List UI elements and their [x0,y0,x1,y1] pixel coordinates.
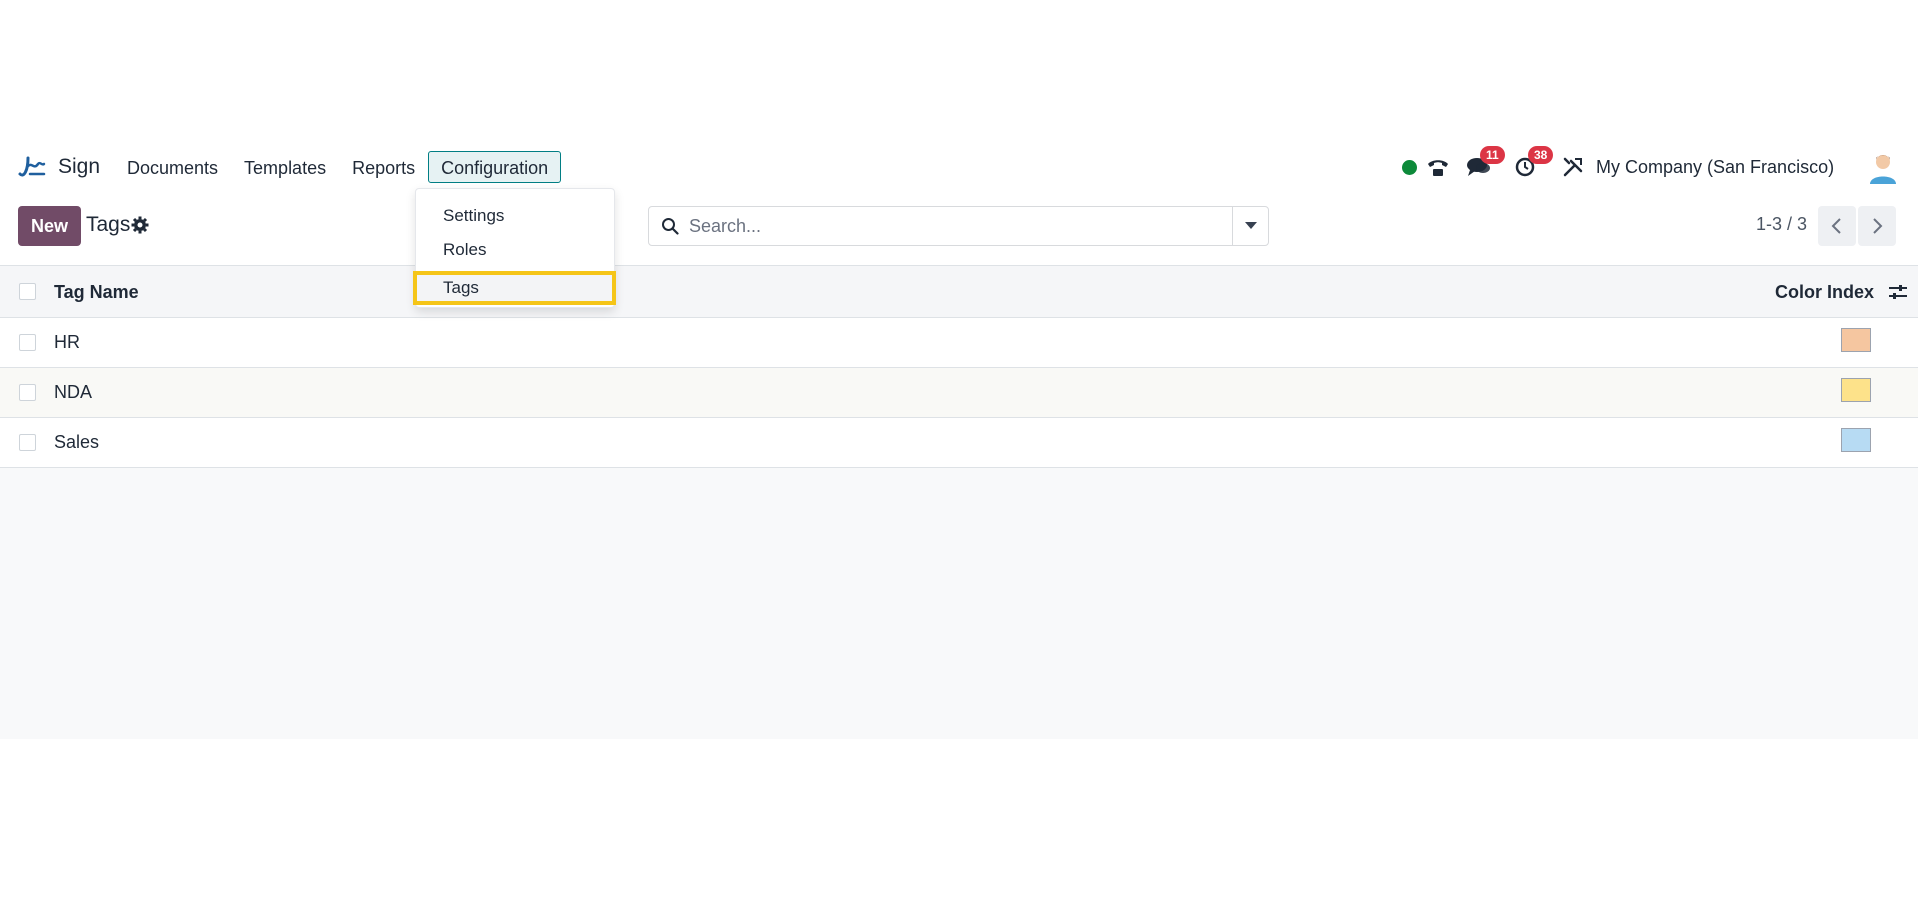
dropdown-item-tags-label: Tags [443,278,479,297]
phone-button[interactable] [1426,152,1450,182]
phone-icon [1428,160,1448,176]
column-header-color-index[interactable]: Color Index [1775,282,1874,303]
menu-reports[interactable]: Reports [339,151,428,183]
column-header-tag-name[interactable]: Tag Name [54,282,139,303]
user-menu[interactable] [1866,152,1900,184]
app-brand[interactable]: Sign [16,151,100,183]
list-header: Tag Name Color Index [0,266,1918,318]
app-name: Sign [58,155,101,178]
page-title: Tags [86,213,131,236]
app-window: Sign Documents Templates Reports Configu… [0,0,1918,908]
row-checkbox[interactable] [19,434,36,451]
dropdown-item-roles[interactable]: Roles [443,240,486,260]
activities-button[interactable]: 38 [1514,146,1554,182]
color-swatch [1841,428,1871,452]
tag-name-cell: HR [54,332,80,352]
new-button[interactable]: New [18,206,81,246]
menu-configuration[interactable]: Configuration [428,151,562,183]
row-checkbox[interactable] [19,334,36,351]
search-input[interactable] [689,213,1209,239]
tools-icon [1563,157,1583,177]
row-checkbox[interactable] [19,384,36,401]
presence-indicator[interactable] [1402,152,1417,182]
search-options-toggle[interactable] [1232,207,1268,245]
pager-value[interactable]: 1-3 / 3 [1756,214,1807,235]
optional-columns-icon[interactable] [1888,283,1908,301]
messages-button[interactable]: 11 [1466,146,1505,182]
company-switcher[interactable]: My Company (San Francisco) [1596,152,1834,182]
table-row[interactable]: NDA [0,368,1918,418]
sign-logo-icon [18,156,46,177]
caret-down-icon [1245,222,1257,229]
select-all-checkbox[interactable] [19,283,36,300]
menu-templates[interactable]: Templates [231,151,339,183]
table-row[interactable]: HR [0,318,1918,368]
systray: 11 38 My Company (San Francisco) [1358,146,1918,186]
menu-documents[interactable]: Documents [114,151,231,183]
top-navbar: Sign Documents Templates Reports Configu… [0,146,1918,186]
main-menu: Documents Templates Reports Configuratio… [114,151,562,183]
tags-list: Tag Name Color Index HR NDA Sales [0,265,1918,739]
tag-name-cell: NDA [54,382,93,402]
presence-icon [1402,159,1417,175]
avatar [1870,155,1896,184]
tag-name-cell: Sales [54,432,100,452]
search-bar [648,206,1269,246]
dropdown-item-tags[interactable]: Tags [413,271,616,305]
dropdown-item-settings[interactable]: Settings [443,206,504,226]
search-icon [662,218,679,235]
chevron-left-icon [1831,218,1841,234]
company-name: My Company (San Francisco) [1596,156,1835,177]
pager-previous-button[interactable] [1818,206,1856,246]
messages-badge: 11 [1480,146,1505,164]
chevron-right-icon [1873,218,1883,234]
color-swatch [1841,378,1871,402]
configuration-dropdown: Settings Roles Tags [413,188,616,308]
pager-next-button[interactable] [1858,206,1896,246]
gear-icon[interactable] [131,216,149,234]
color-swatch [1841,328,1871,352]
table-row[interactable]: Sales [0,418,1918,468]
debug-tools-button[interactable] [1562,152,1584,182]
activities-badge: 38 [1528,146,1554,164]
